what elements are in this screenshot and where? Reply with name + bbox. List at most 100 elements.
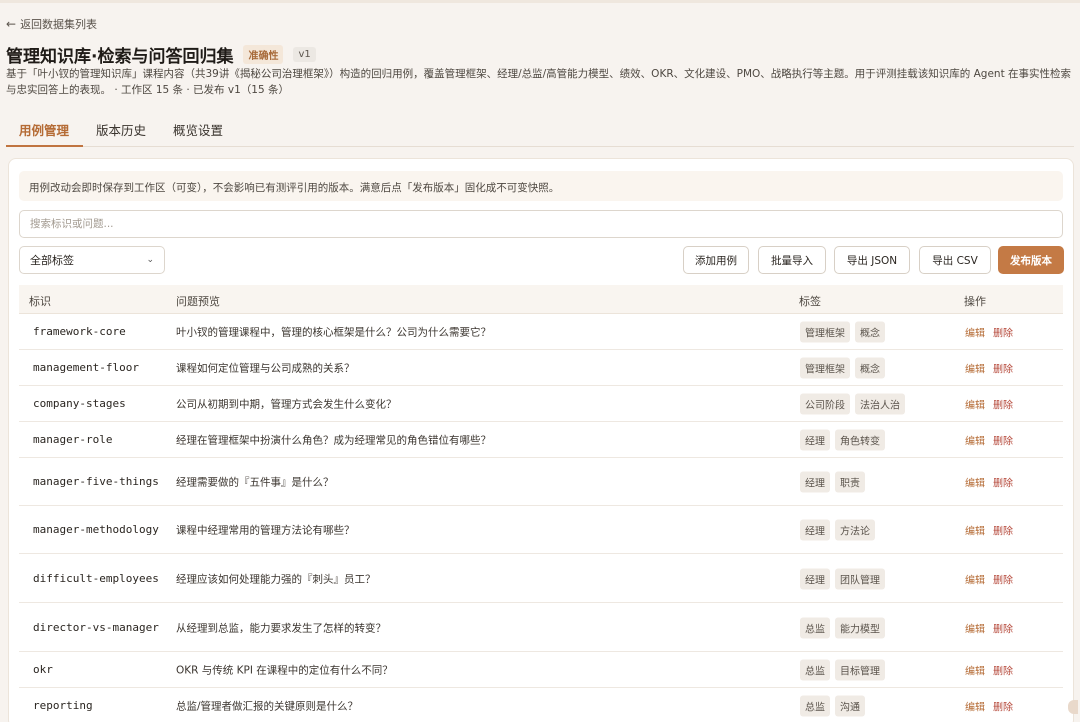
- case-actions: 编辑 删除: [965, 699, 1013, 714]
- case-question: 课程如何定位管理与公司成熟的关系？: [176, 362, 355, 375]
- case-actions: 编辑 删除: [965, 433, 1013, 448]
- table-row: reporting 总监/管理者做汇报的关键原则是什么？ 总监 沟通 编辑 删除: [19, 689, 1063, 722]
- publish-version-button[interactable]: 发布版本: [998, 246, 1064, 274]
- export-csv-button[interactable]: 导出 CSV: [919, 246, 991, 274]
- tag-chip: 总监: [800, 617, 830, 638]
- delete-button[interactable]: 删除: [993, 523, 1013, 538]
- accuracy-badge: 准确性: [243, 45, 284, 64]
- tag-chip: 经理: [800, 519, 830, 541]
- edit-button[interactable]: 编辑: [965, 475, 985, 490]
- tag-chip: 角色转变: [835, 429, 885, 451]
- case-tags: 管理框架 概念: [800, 321, 885, 343]
- case-id: company-stages: [33, 397, 126, 410]
- case-tags: 经理 角色转变: [800, 429, 885, 451]
- table-row: company-stages 公司从初期到中期，管理方式会发生什么变化？ 公司阶…: [19, 387, 1063, 422]
- tag-chip: 法治人治: [855, 393, 905, 415]
- case-tags: 管理框架 概念: [800, 357, 885, 379]
- tab-overview-settings[interactable]: 概览设置: [160, 116, 237, 147]
- case-id: management-floor: [33, 361, 139, 374]
- tag-chip: 经理: [800, 471, 830, 493]
- case-actions: 编辑 删除: [965, 663, 1013, 678]
- search-input[interactable]: [19, 210, 1063, 238]
- cases-panel: 用例改动会即时保存到工作区（可变），不会影响已有测评引用的版本。满意后点「发布版…: [8, 158, 1074, 722]
- tag-chip: 经理: [800, 429, 830, 451]
- tag-chip: 方法论: [835, 519, 875, 541]
- edit-button[interactable]: 编辑: [965, 397, 985, 412]
- delete-button[interactable]: 删除: [993, 699, 1013, 714]
- case-question: OKR 与传统 KPI 在课程中的定位有什么不同？: [176, 664, 393, 677]
- case-actions: 编辑 删除: [965, 397, 1013, 412]
- delete-button[interactable]: 删除: [993, 325, 1013, 340]
- delete-button[interactable]: 删除: [993, 475, 1013, 490]
- case-question: 经理需要做的『五件事』是什么？: [176, 476, 334, 489]
- edit-button[interactable]: 编辑: [965, 663, 985, 678]
- edit-button[interactable]: 编辑: [965, 325, 985, 340]
- case-actions: 编辑 删除: [965, 325, 1013, 340]
- case-actions: 编辑 删除: [965, 571, 1013, 586]
- delete-button[interactable]: 删除: [993, 571, 1013, 586]
- case-tags: 经理 方法论: [800, 519, 875, 541]
- delete-button[interactable]: 删除: [993, 620, 1013, 635]
- tag-chip: 目标管理: [835, 659, 885, 681]
- tag-chip: 概念: [855, 321, 885, 343]
- tag-filter-select[interactable]: 全部标签 ⌄: [19, 246, 165, 274]
- case-tags: 总监 能力模型: [800, 617, 885, 638]
- table-row: difficult-employees 经理应该如何处理能力强的『刺头』员工？ …: [19, 555, 1063, 603]
- table-row: manager-role 经理在管理框架中扮演什么角色？成为经理常见的角色错位有…: [19, 423, 1063, 458]
- case-id: manager-five-things: [33, 475, 159, 488]
- tag-chip: 沟通: [835, 695, 865, 717]
- case-tags: 经理 职责: [800, 471, 865, 493]
- delete-button[interactable]: 删除: [993, 361, 1013, 376]
- case-tags: 总监 沟通: [800, 695, 865, 717]
- header-id: 标识: [29, 295, 51, 308]
- export-json-button[interactable]: 导出 JSON: [834, 246, 910, 274]
- delete-button[interactable]: 删除: [993, 397, 1013, 412]
- tag-chip: 经理: [800, 568, 830, 589]
- dataset-description: 基于「叶小钗的管理知识库」课程内容（共39讲《揭秘公司治理框架》）构造的回归用例…: [6, 68, 1072, 96]
- case-actions: 编辑 删除: [965, 523, 1013, 538]
- edit-button[interactable]: 编辑: [965, 433, 985, 448]
- page-title: 管理知识库·检索与问答回归集: [6, 47, 234, 67]
- table-row: manager-five-things 经理需要做的『五件事』是什么？ 经理 职…: [19, 459, 1063, 506]
- tag-chip: 总监: [800, 695, 830, 717]
- table-row: management-floor 课程如何定位管理与公司成熟的关系？ 管理框架 …: [19, 351, 1063, 386]
- case-question: 叶小钗的管理课程中，管理的核心框架是什么？公司为什么需要它？: [176, 326, 491, 339]
- case-question: 经理在管理框架中扮演什么角色？成为经理常见的角色错位有哪些？: [176, 434, 491, 447]
- edit-button[interactable]: 编辑: [965, 361, 985, 376]
- tag-chip: 总监: [800, 659, 830, 681]
- case-question: 经理应该如何处理能力强的『刺头』员工？: [176, 573, 376, 585]
- edit-button[interactable]: 编辑: [965, 699, 985, 714]
- delete-button[interactable]: 删除: [993, 663, 1013, 678]
- chevron-down-icon: ⌄: [146, 255, 154, 265]
- top-strip: [0, 0, 1080, 3]
- arrow-left-icon: ←: [6, 17, 17, 31]
- edit-button[interactable]: 编辑: [965, 523, 985, 538]
- tag-filter-value: 全部标签: [30, 254, 74, 267]
- table-row: framework-core 叶小钗的管理课程中，管理的核心框架是什么？公司为什…: [19, 315, 1063, 350]
- case-question: 总监/管理者做汇报的关键原则是什么？: [176, 700, 359, 713]
- case-id: okr: [33, 663, 53, 676]
- header-actions: 操作: [964, 295, 986, 308]
- back-to-datasets-link[interactable]: ← 返回数据集列表: [6, 16, 97, 32]
- case-tags: 经理 团队管理: [800, 568, 885, 589]
- edit-button[interactable]: 编辑: [965, 571, 985, 586]
- header-tags: 标签: [799, 295, 821, 308]
- back-link-label: 返回数据集列表: [20, 18, 98, 31]
- bulk-import-button[interactable]: 批量导入: [758, 246, 826, 274]
- delete-button[interactable]: 删除: [993, 433, 1013, 448]
- tab-bar: 用例管理 版本历史 概览设置: [6, 116, 1074, 147]
- case-tags: 总监 目标管理: [800, 659, 885, 681]
- case-id: reporting: [33, 699, 93, 712]
- floating-widget-handle[interactable]: [1068, 700, 1078, 714]
- header-question: 问题预览: [176, 295, 220, 308]
- tab-cases[interactable]: 用例管理: [6, 116, 84, 147]
- case-id: manager-role: [33, 433, 113, 446]
- add-case-button[interactable]: 添加用例: [683, 246, 749, 274]
- tab-version-history[interactable]: 版本历史: [83, 116, 160, 147]
- case-id: difficult-employees: [33, 571, 159, 585]
- case-question: 公司从初期到中期，管理方式会发生什么变化？: [176, 398, 397, 411]
- tag-chip: 团队管理: [835, 568, 885, 589]
- case-id: director-vs-manager: [33, 620, 159, 634]
- edit-button[interactable]: 编辑: [965, 620, 985, 635]
- case-question: 从经理到总监，能力要求发生了怎样的转变？: [176, 622, 386, 634]
